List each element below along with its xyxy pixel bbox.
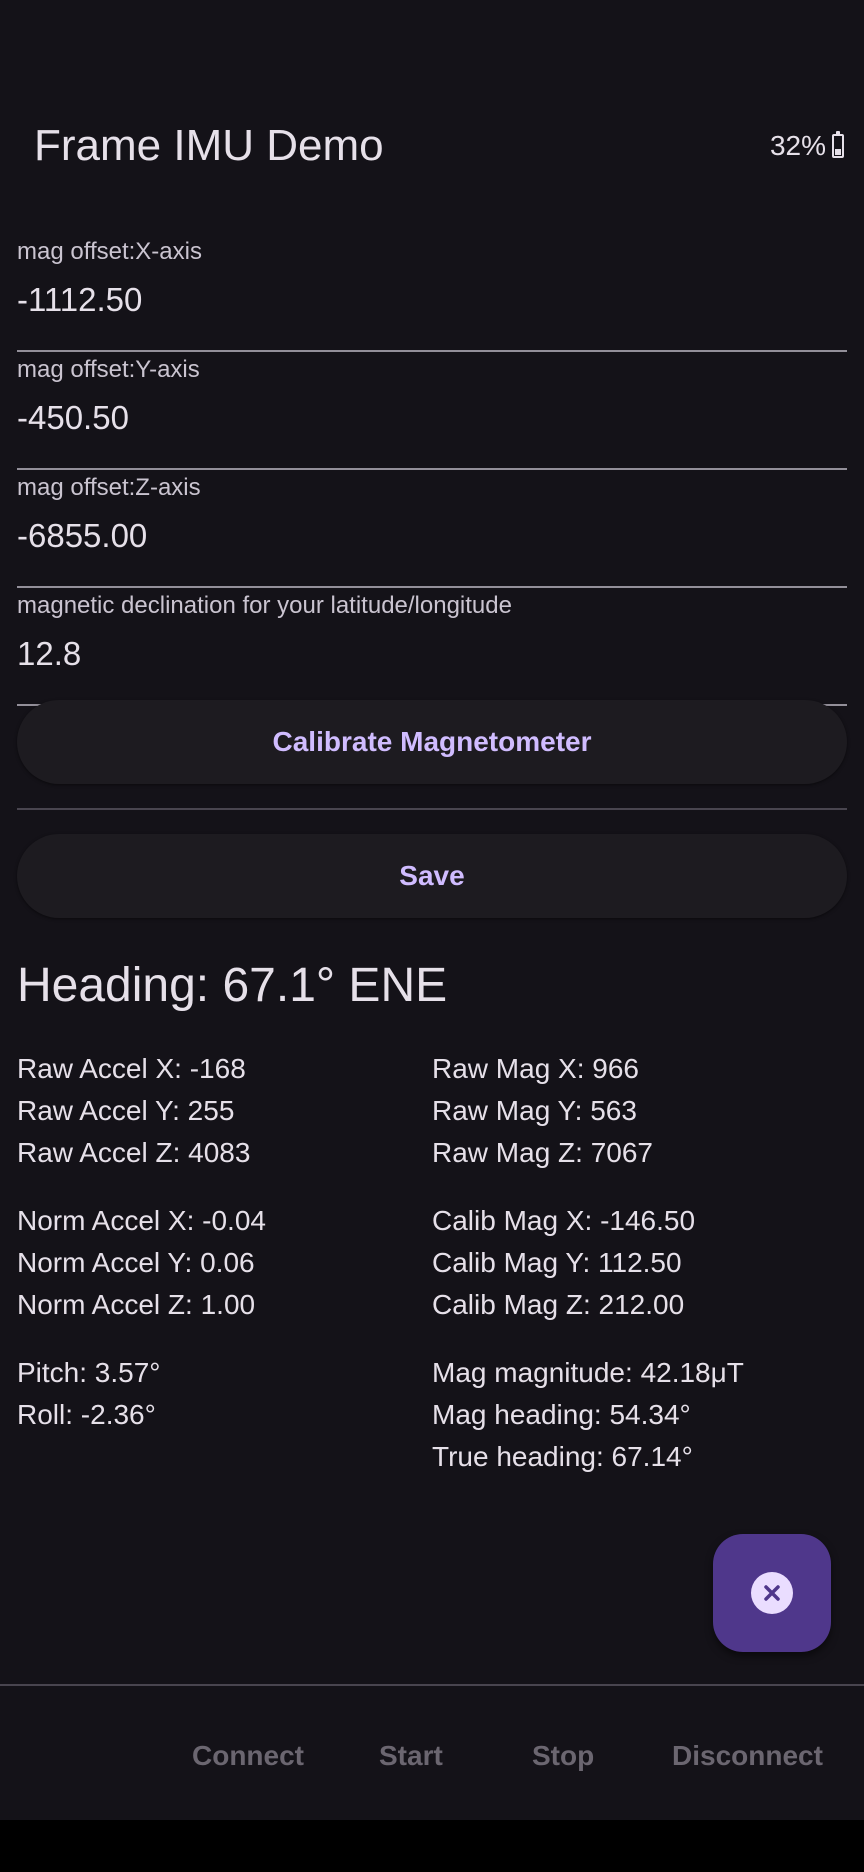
norm-accel-x: Norm Accel X: -0.04 <box>17 1205 266 1236</box>
battery-level-fill <box>835 148 841 155</box>
bottom-action-bar: Connect Start Stop Disconnect <box>0 1684 864 1820</box>
raw-accel-group: Raw Accel X: -168 Raw Accel Y: 255 Raw A… <box>17 1048 266 1174</box>
declination-label: magnetic declination for your latitude/l… <box>17 592 512 619</box>
calib-mag-group: Calib Mag X: -146.50 Calib Mag Y: 112.50… <box>432 1200 744 1326</box>
start-button[interactable]: Start <box>379 1738 443 1774</box>
battery-percentage: 32% <box>769 130 826 161</box>
battery-status: 32% <box>770 128 844 164</box>
app-title: Frame IMU Demo <box>34 121 384 170</box>
accel-readings-column: Raw Accel X: -168 Raw Accel Y: 255 Raw A… <box>17 1048 266 1462</box>
mag-offset-z-label: mag offset:Z-axis <box>17 474 201 501</box>
orientation-group: Pitch: 3.57° Roll: -2.36° <box>17 1352 266 1436</box>
close-icon <box>751 1572 793 1614</box>
mag-offset-y-input[interactable] <box>17 396 837 440</box>
mag-heading: Mag heading: 54.34° <box>432 1399 691 1430</box>
disconnect-button[interactable]: Disconnect <box>672 1738 823 1774</box>
roll-reading: Roll: -2.36° <box>17 1399 156 1430</box>
heading-readout: Heading: 67.1° ENE <box>17 959 448 1012</box>
app-screen: Frame IMU Demo 32% mag offset:X-axis mag… <box>0 0 864 1820</box>
norm-accel-z: Norm Accel Z: 1.00 <box>17 1289 256 1320</box>
mag-readings-column: Raw Mag X: 966 Raw Mag Y: 563 Raw Mag Z:… <box>432 1048 744 1504</box>
connect-button[interactable]: Connect <box>192 1738 304 1774</box>
raw-accel-y: Raw Accel Y: 255 <box>17 1095 235 1126</box>
mag-offset-y-field[interactable]: mag offset:Y-axis <box>17 354 847 470</box>
close-fab[interactable] <box>713 1534 831 1652</box>
battery-icon <box>832 131 844 158</box>
calib-mag-z: Calib Mag Z: 212.00 <box>432 1289 685 1320</box>
mag-offset-y-label: mag offset:Y-axis <box>17 356 200 383</box>
raw-mag-z: Raw Mag Z: 7067 <box>432 1137 653 1168</box>
calib-mag-x: Calib Mag X: -146.50 <box>432 1205 696 1236</box>
divider <box>17 808 847 810</box>
mag-offset-z-field[interactable]: mag offset:Z-axis <box>17 472 847 588</box>
norm-accel-group: Norm Accel X: -0.04 Norm Accel Y: 0.06 N… <box>17 1200 266 1326</box>
mag-offset-z-input[interactable] <box>17 514 837 558</box>
mag-magnitude: Mag magnitude: 42.18μT <box>432 1357 744 1388</box>
mag-offset-x-field[interactable]: mag offset:X-axis <box>17 236 847 352</box>
calib-mag-y: Calib Mag Y: 112.50 <box>432 1247 682 1278</box>
true-heading: True heading: 67.14° <box>432 1441 693 1472</box>
raw-mag-x: Raw Mag X: 966 <box>432 1053 639 1084</box>
raw-accel-x: Raw Accel X: -168 <box>17 1053 246 1084</box>
pitch-reading: Pitch: 3.57° <box>17 1357 161 1388</box>
raw-mag-group: Raw Mag X: 966 Raw Mag Y: 563 Raw Mag Z:… <box>432 1048 744 1174</box>
mag-offset-x-label: mag offset:X-axis <box>17 238 202 265</box>
declination-input[interactable] <box>17 632 837 676</box>
save-button[interactable]: Save <box>17 834 847 918</box>
heading-group: Mag magnitude: 42.18μT Mag heading: 54.3… <box>432 1352 744 1478</box>
stop-button[interactable]: Stop <box>532 1738 594 1774</box>
mag-offset-x-input[interactable] <box>17 278 837 322</box>
raw-mag-y: Raw Mag Y: 563 <box>432 1095 637 1126</box>
raw-accel-z: Raw Accel Z: 4083 <box>17 1137 251 1168</box>
calibrate-magnetometer-button[interactable]: Calibrate Magnetometer <box>17 700 847 784</box>
norm-accel-y: Norm Accel Y: 0.06 <box>17 1247 255 1278</box>
system-navigation-bar <box>0 1820 864 1872</box>
declination-field[interactable]: magnetic declination for your latitude/l… <box>17 590 847 706</box>
